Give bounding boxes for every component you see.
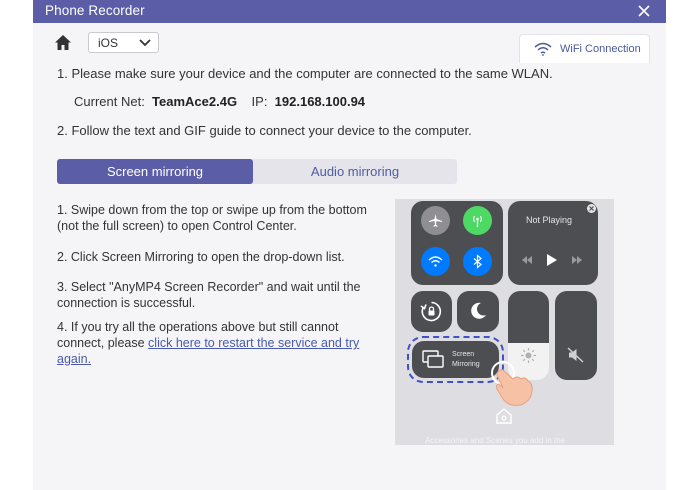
tab-screen-mirroring[interactable]: Screen mirroring	[57, 159, 253, 184]
os-dropdown-value: iOS	[98, 36, 119, 50]
os-dropdown[interactable]: iOS	[88, 32, 159, 53]
play-icon	[547, 254, 557, 266]
fast-forward-icon	[572, 256, 582, 264]
bluetooth-icon	[473, 254, 482, 269]
connectivity-panel	[411, 201, 503, 285]
airplane-icon	[429, 214, 442, 227]
chevron-down-icon	[139, 39, 151, 47]
home-button[interactable]	[53, 33, 73, 53]
network-info: Current Net: TeamAce2.4G IP: 192.168.100…	[74, 94, 365, 109]
wifi-toggle	[421, 247, 450, 276]
instruction-3: 3. Select "AnyMP4 Screen Recorder" and w…	[57, 280, 361, 310]
do-not-disturb-tile	[457, 291, 499, 332]
screen-mirroring-icon	[422, 350, 444, 368]
cellular-icon	[473, 215, 482, 227]
rotation-lock-tile	[411, 291, 452, 332]
airplay-close-icon	[587, 204, 596, 213]
phone-recorder-window: Phone Recorder iOS WiFi Connection 1. Pl…	[33, 0, 666, 490]
ip-label: IP:	[251, 94, 268, 109]
rotation-lock-icon	[420, 301, 442, 322]
toolbar: iOS WiFi Connection	[33, 23, 666, 63]
close-button[interactable]	[634, 1, 654, 21]
accessories-text: Accessories and Scenes you add in the	[425, 436, 566, 445]
current-net-value: TeamAce2.4G	[152, 94, 238, 109]
current-net-label: Current Net:	[74, 94, 145, 109]
wifi-icon	[534, 42, 552, 56]
instruction-4: 4. If you try all the operations above b…	[57, 319, 377, 367]
airplane-mode-toggle	[421, 206, 450, 235]
mute-icon	[567, 347, 584, 363]
close-icon	[638, 5, 650, 17]
ip-value: 192.168.100.94	[274, 94, 366, 109]
cellular-toggle	[463, 206, 492, 235]
window-title: Phone Recorder	[45, 3, 145, 18]
mirroring-mode-tabs: Screen mirroring Audio mirroring	[57, 159, 457, 184]
wifi-connection-label: WiFi Connection	[560, 43, 641, 55]
screen-mirroring-label-line2: Mirroring	[452, 361, 480, 368]
step-1-text: 1. Please make sure your device and the …	[57, 66, 553, 81]
rewind-icon	[522, 256, 532, 264]
screen-mirroring-label-line1: Screen	[452, 351, 475, 358]
tab-audio-mirroring[interactable]: Audio mirroring	[253, 159, 457, 184]
title-bar: Phone Recorder	[33, 0, 666, 23]
tapping-hand-icon	[491, 361, 533, 406]
not-playing-label: Not Playing	[526, 215, 573, 225]
instruction-1: 1. Swipe down from the top or swipe up f…	[57, 203, 367, 233]
home-accessory-icon	[496, 408, 512, 424]
instruction-2: 2. Click Screen Mirroring to open the dr…	[57, 250, 345, 264]
control-center-illustration: Not Playing Screen Mirroring Accessories…	[395, 199, 614, 445]
brightness-slider-track	[508, 291, 549, 343]
wifi-icon	[428, 256, 443, 267]
media-controls	[522, 254, 582, 266]
bluetooth-toggle	[463, 247, 492, 276]
screen-mirroring-label: Screen Mirroring	[452, 350, 480, 370]
home-icon	[55, 35, 71, 50]
step-2-text: 2. Follow the text and GIF guide to conn…	[57, 123, 472, 138]
wifi-connection-tab[interactable]: WiFi Connection	[519, 34, 650, 63]
now-playing-panel: Not Playing	[508, 201, 598, 285]
moon-icon	[471, 302, 486, 319]
volume-slider	[555, 291, 597, 380]
